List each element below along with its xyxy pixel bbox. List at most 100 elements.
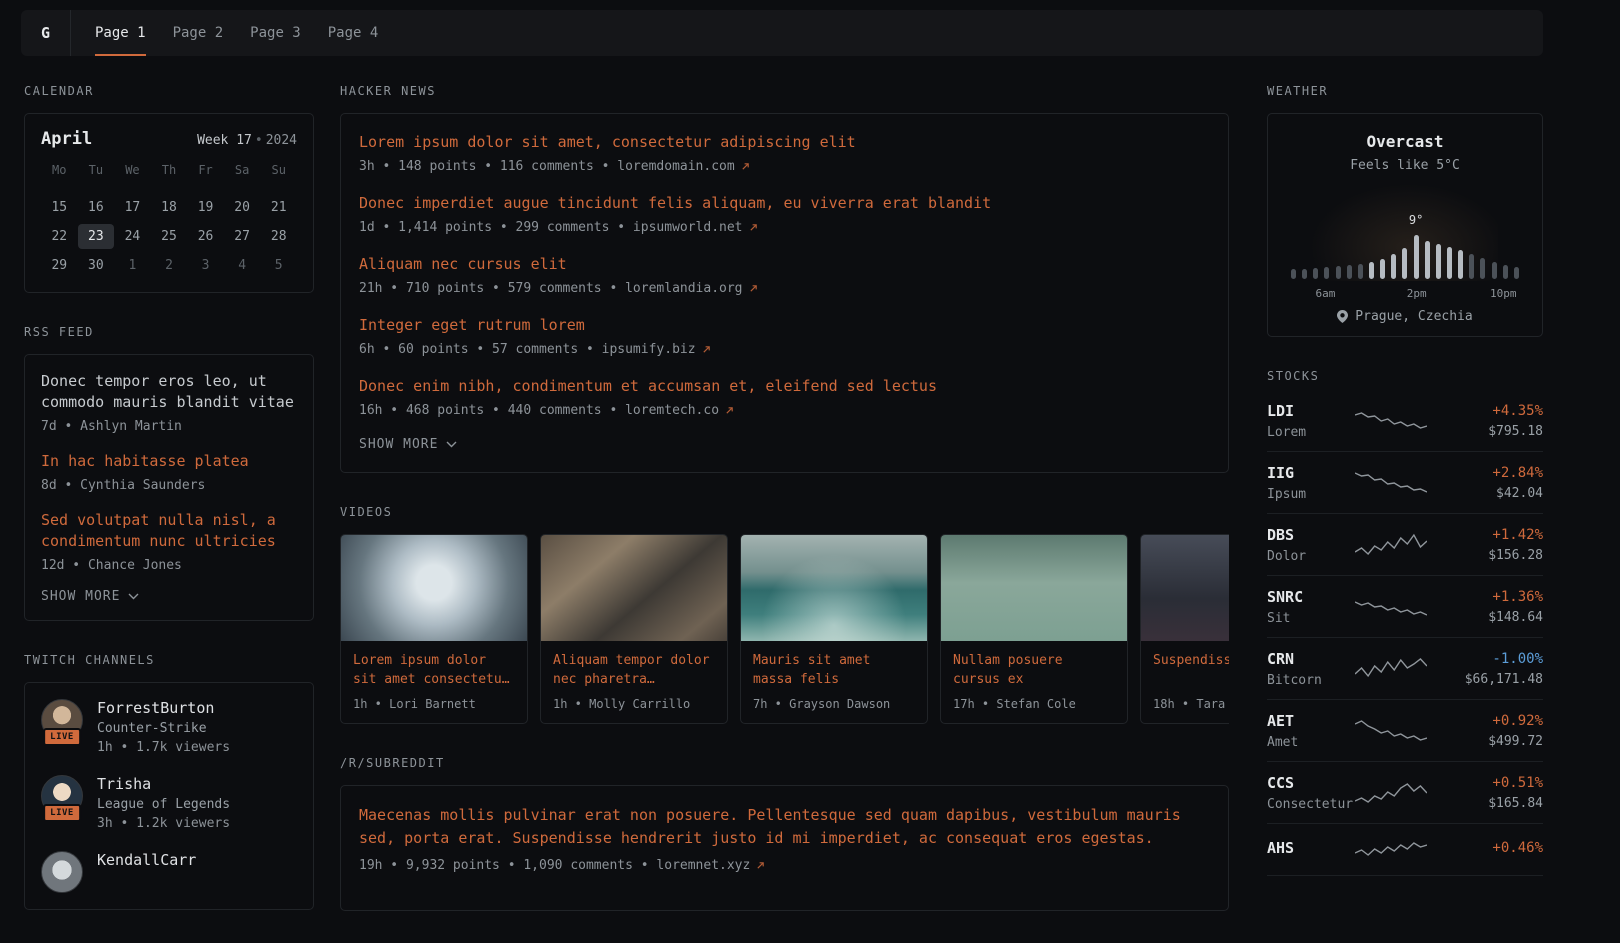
channel-name[interactable]: Trisha [97, 775, 230, 793]
calendar-day[interactable]: 20 [224, 195, 261, 220]
rss-item-meta: 8d • Cynthia Saunders [41, 478, 297, 493]
channel-avatar-wrap [41, 851, 83, 893]
rss-item-title[interactable]: Sed volutpat nulla nisl, a condimentum n… [41, 510, 297, 552]
stock-row[interactable]: CCS Consectetur +0.51% $165.84 [1267, 762, 1543, 824]
stock-ticker[interactable]: CRN [1267, 650, 1355, 668]
calendar-day[interactable]: 27 [224, 224, 261, 249]
stock-row[interactable]: DBS Dolor +1.42% $156.28 [1267, 514, 1543, 576]
stock-row[interactable]: AHS +0.46% [1267, 824, 1543, 876]
calendar-day[interactable]: 19 [187, 195, 224, 220]
stock-ticker[interactable]: LDI [1267, 402, 1355, 420]
channel-avatar [41, 851, 83, 893]
subreddit-card: Maecenas mollis pulvinar erat non posuer… [340, 785, 1229, 911]
stock-values: +4.35% $795.18 [1427, 403, 1543, 439]
video-title[interactable]: Mauris sit amet massa felis [753, 651, 915, 689]
news-item-title[interactable]: Aliquam nec cursus elit [359, 254, 1210, 274]
rss-item-title[interactable]: In hac habitasse platea [41, 451, 297, 472]
subreddit-widget: /R/SUBREDDIT Maecenas mollis pulvinar er… [340, 756, 1229, 911]
stock-price: $156.28 [1427, 548, 1543, 563]
news-item-title[interactable]: Integer eget rutrum lorem [359, 315, 1210, 335]
stock-ticker[interactable]: AET [1267, 712, 1355, 730]
rss-item[interactable]: Sed volutpat nulla nisl, a condimentum n… [41, 510, 297, 573]
video-card[interactable]: Mauris sit amet massa felis 7h • Grayson… [740, 534, 928, 724]
calendar-day[interactable]: 3 [187, 253, 224, 278]
twitch-channel[interactable]: KendallCarr [41, 851, 297, 893]
app-logo[interactable]: G [21, 10, 71, 56]
calendar-day[interactable]: 21 [260, 195, 297, 220]
stock-ticker[interactable]: DBS [1267, 526, 1355, 544]
channel-meta: 1h • 1.7k viewers [97, 740, 230, 755]
video-thumbnail[interactable] [541, 535, 727, 641]
stock-ticker[interactable]: SNRC [1267, 588, 1355, 606]
calendar-day[interactable]: 26 [187, 224, 224, 249]
stocks-widget: STOCKS LDI Lorem +4.35% $795.18 IIG Ipsu… [1267, 369, 1543, 876]
calendar-day[interactable]: 2 [151, 253, 188, 278]
calendar-day[interactable]: 28 [260, 224, 297, 249]
videos-widget: VIDEOS Lorem ipsum dolor sit amet consec… [340, 505, 1229, 724]
video-title[interactable]: Lorem ipsum dolor sit amet consectetu… [353, 651, 515, 689]
nav-tab[interactable]: Page 2 [173, 10, 224, 56]
stock-price: $499.72 [1427, 734, 1543, 749]
twitch-channel[interactable]: LIVE Trisha League of Legends 3h • 1.2k … [41, 775, 297, 831]
stock-row[interactable]: CRN Bitcorn -1.00% $66,171.48 [1267, 638, 1543, 700]
channel-name[interactable]: KendallCarr [97, 851, 196, 869]
twitch-channel[interactable]: LIVE ForrestBurton Counter-Strike 1h • 1… [41, 699, 297, 755]
stock-id: IIG Ipsum [1267, 464, 1355, 502]
stock-ticker[interactable]: AHS [1267, 839, 1355, 857]
calendar-day[interactable]: 5 [260, 253, 297, 278]
calendar-day[interactable]: 23 [78, 224, 115, 249]
rss-item-title[interactable]: Donec tempor eros leo, ut commodo mauris… [41, 371, 297, 413]
channel-meta: 3h • 1.2k viewers [97, 816, 230, 831]
video-card[interactable]: Nullam posuere cursus ex 17h • Stefan Co… [940, 534, 1128, 724]
video-card[interactable]: Suspendisse diam 18h • Tara [1140, 534, 1229, 724]
stock-change: +2.84% [1427, 465, 1543, 481]
stock-ticker[interactable]: IIG [1267, 464, 1355, 482]
video-thumbnail[interactable] [741, 535, 927, 641]
calendar-day[interactable]: 15 [41, 195, 78, 220]
nav-tab[interactable]: Page 4 [328, 10, 379, 56]
video-thumbnail[interactable] [341, 535, 527, 641]
video-card[interactable]: Lorem ipsum dolor sit amet consectetu… 1… [340, 534, 528, 724]
channel-name[interactable]: ForrestBurton [97, 699, 230, 717]
stock-row[interactable]: LDI Lorem +4.35% $795.18 [1267, 398, 1543, 452]
news-item-title[interactable]: Donec enim nibh, condimentum et accumsan… [359, 376, 1210, 396]
right-column: WEATHER Overcast Feels like 5°C 9° 6am2p… [1267, 84, 1543, 908]
video-card[interactable]: Aliquam tempor dolor nec pharetra… 1h • … [540, 534, 728, 724]
stock-row[interactable]: AET Amet +0.92% $499.72 [1267, 700, 1543, 762]
calendar-day[interactable]: 1 [114, 253, 151, 278]
video-meta: 18h • Tara [1153, 697, 1229, 711]
stock-id: CRN Bitcorn [1267, 650, 1355, 688]
weekday-label: Th [151, 163, 188, 181]
separator-dot: • [255, 133, 263, 148]
news-item-meta: 21h • 710 points • 579 comments • loreml… [359, 281, 1210, 296]
calendar-day[interactable]: 4 [224, 253, 261, 278]
stock-ticker[interactable]: CCS [1267, 774, 1355, 792]
stock-row[interactable]: IIG Ipsum +2.84% $42.04 [1267, 452, 1543, 514]
video-title[interactable]: Suspendisse diam [1153, 651, 1229, 689]
calendar-day[interactable]: 22 [41, 224, 78, 249]
news-item-title[interactable]: Lorem ipsum dolor sit amet, consectetur … [359, 132, 1210, 152]
calendar-day[interactable]: 24 [114, 224, 151, 249]
video-title[interactable]: Aliquam tempor dolor nec pharetra… [553, 651, 715, 689]
nav-tab[interactable]: Page 1 [95, 10, 146, 56]
stock-row[interactable]: SNRC Sit +1.36% $148.64 [1267, 576, 1543, 638]
calendar-day[interactable]: 29 [41, 253, 78, 278]
rss-item[interactable]: In hac habitasse platea 8d • Cynthia Sau… [41, 451, 297, 493]
hn-show-more-button[interactable]: SHOW MORE [359, 437, 457, 452]
calendar-day[interactable]: 17 [114, 195, 151, 220]
calendar-day[interactable]: 18 [151, 195, 188, 220]
video-thumbnail[interactable] [941, 535, 1127, 641]
calendar-day[interactable]: 30 [78, 253, 115, 278]
calendar-day[interactable]: 16 [78, 195, 115, 220]
nav-tab[interactable]: Page 3 [250, 10, 301, 56]
video-body: Lorem ipsum dolor sit amet consectetu… 1… [341, 641, 527, 723]
news-item-title[interactable]: Maecenas mollis pulvinar erat non posuer… [359, 804, 1210, 850]
video-meta: 1h • Molly Carrillo [553, 697, 715, 711]
rss-show-more-button[interactable]: SHOW MORE [41, 589, 139, 604]
rss-item[interactable]: Donec tempor eros leo, ut commodo mauris… [41, 371, 297, 434]
channel-info: ForrestBurton Counter-Strike 1h • 1.7k v… [97, 699, 230, 755]
news-item-title[interactable]: Donec imperdiet augue tincidunt felis al… [359, 193, 1210, 213]
calendar-day[interactable]: 25 [151, 224, 188, 249]
video-thumbnail[interactable] [1141, 535, 1229, 641]
video-title[interactable]: Nullam posuere cursus ex [953, 651, 1115, 689]
